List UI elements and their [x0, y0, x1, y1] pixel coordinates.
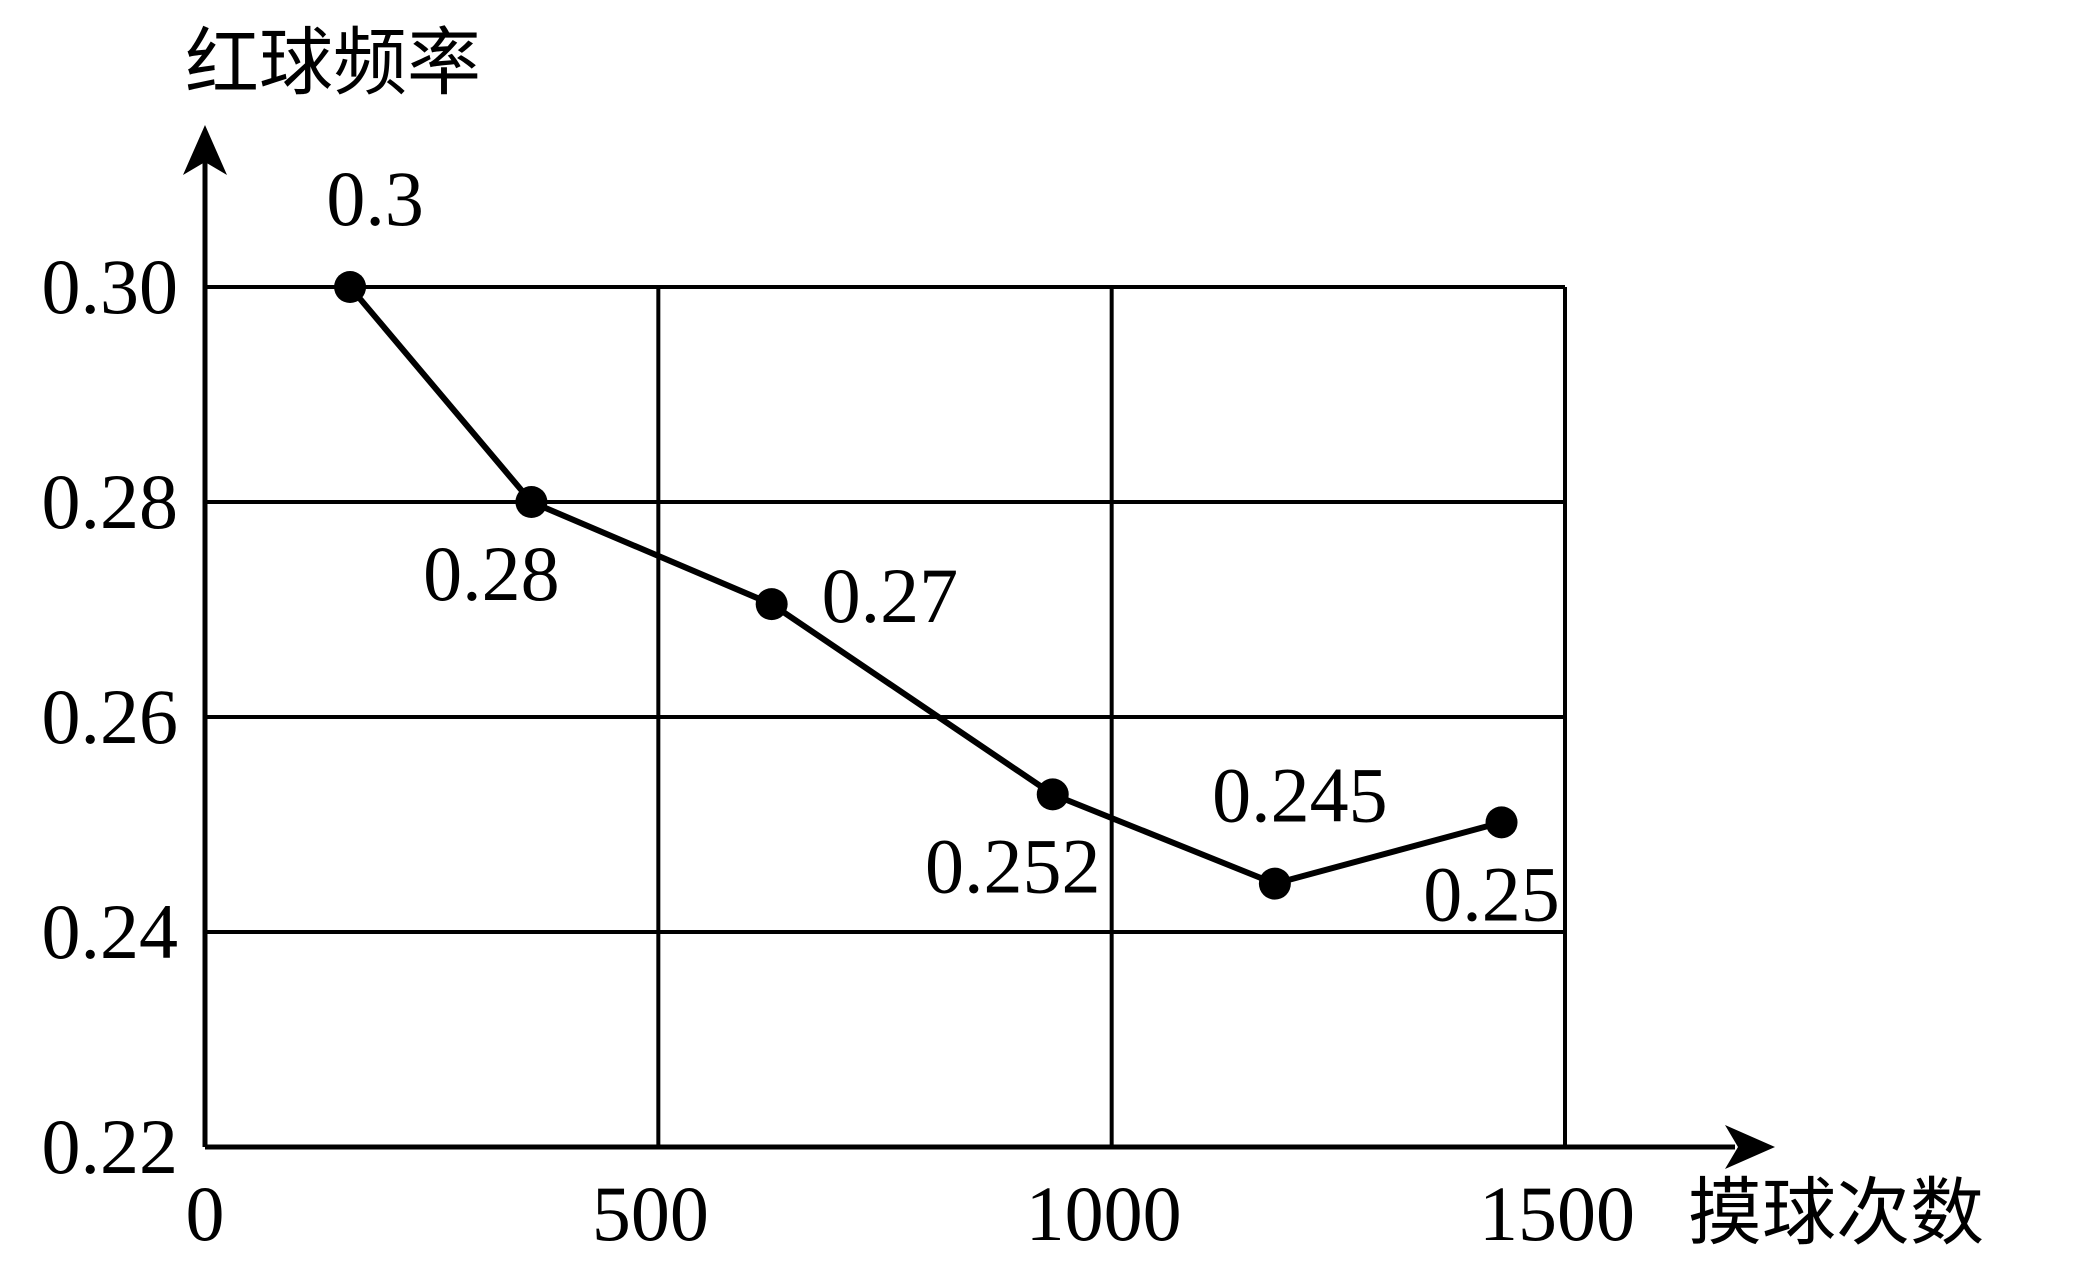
data-point — [755, 588, 788, 621]
y-tick-label: 0.26 — [42, 673, 179, 760]
data-point — [515, 486, 548, 518]
data-point — [1258, 867, 1291, 900]
data-label: 0.27 — [822, 552, 959, 639]
data-label: 0.28 — [423, 530, 560, 617]
data-label: 0.25 — [1423, 850, 1560, 937]
y-tick-label: 0.28 — [42, 458, 179, 545]
x-tick-label: 1500 — [1479, 1170, 1635, 1257]
x-tick-label: 0 — [186, 1170, 225, 1257]
data-label: 0.245 — [1212, 752, 1388, 839]
grid — [205, 285, 1567, 1147]
line-chart: 0.22 0.24 0.26 0.28 0.30 0 500 1000 1500 红球频率 摸球… — [42, 23, 1985, 1257]
data-point — [334, 271, 367, 303]
x-tick-label: 1000 — [1026, 1170, 1182, 1257]
data-label: 0.3 — [326, 155, 424, 242]
data-label: 0.252 — [925, 822, 1101, 909]
x-axis-title: 摸球次数 — [1688, 1173, 1984, 1255]
y-axis-title: 红球频率 — [185, 23, 481, 105]
y-tick-label: 0.22 — [42, 1103, 179, 1190]
y-tick-label: 0.30 — [42, 243, 179, 330]
data-point — [1036, 778, 1069, 811]
data-point — [1485, 806, 1518, 839]
x-tick-label: 500 — [592, 1170, 709, 1257]
data-labels: 0.3 0.28 0.27 0.252 0.245 0.25 — [326, 155, 1559, 937]
axes — [183, 125, 1775, 1169]
y-tick-label: 0.24 — [42, 888, 179, 975]
tick-labels: 0.22 0.24 0.26 0.28 0.30 0 500 1000 1500 — [42, 243, 1636, 1257]
